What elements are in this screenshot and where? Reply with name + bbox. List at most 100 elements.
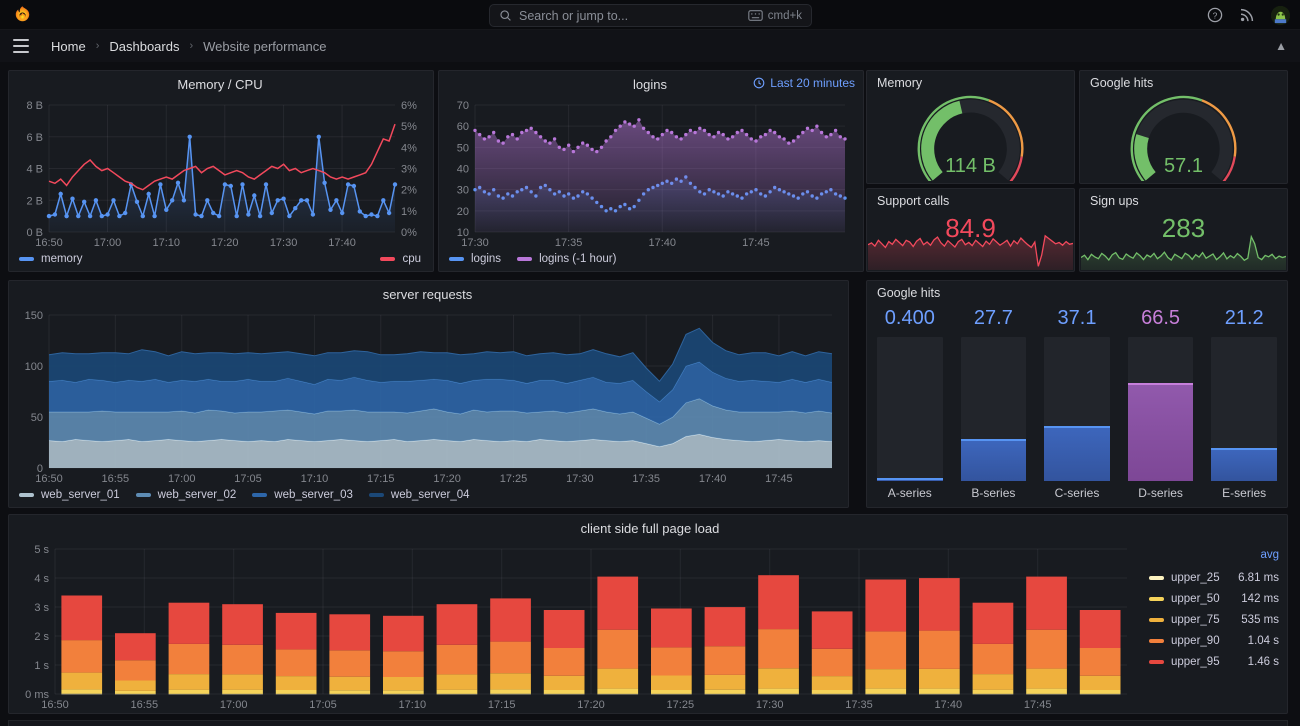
svg-text:2 s: 2 s — [34, 631, 49, 643]
panel-memory-cpu: Memory / CPU 0 B2 B4 B6 B8 B 0% 1% 2% 3% 4% 5%… — [8, 70, 434, 272]
panel-title[interactable]: Google hits — [877, 286, 940, 300]
search-placeholder: Search or jump to... — [519, 8, 629, 23]
panel-title[interactable]: client side full page load — [15, 517, 1285, 541]
svg-text:4%: 4% — [401, 142, 417, 154]
menu-toggle-icon[interactable] — [13, 39, 29, 53]
legend-item[interactable]: web_server_02 — [135, 489, 236, 501]
svg-text:16:55: 16:55 — [131, 699, 159, 711]
legend-label: logins — [471, 253, 502, 265]
svg-text:17:40: 17:40 — [328, 237, 356, 249]
bar-gauge-column[interactable]: 21.2 E-series — [1211, 307, 1277, 501]
gauge-value: 114 B — [945, 155, 996, 177]
page-load-chart[interactable]: 0 ms 1 s2 s3 s4 s5 s 16:50 16:55 17:00 17:05 1… — [15, 541, 1133, 711]
legend-avg-value: 142 ms — [1241, 592, 1279, 605]
panel-title[interactable]: server requests — [15, 283, 840, 307]
server-requests-chart[interactable]: 0 50 100 150 16:50 16:55 17:00 17:05 17:10 17:15 1… — [15, 307, 840, 485]
legend-item[interactable]: logins (-1 hour) — [517, 253, 616, 265]
breadcrumb-home[interactable]: Home — [51, 39, 86, 54]
svg-text:17:05: 17:05 — [234, 473, 262, 485]
legend-row[interactable]: upper_25 6.81 ms — [1139, 567, 1283, 588]
legend-item[interactable]: logins — [449, 253, 501, 265]
legend-swatch — [19, 257, 34, 261]
legend-row[interactable]: upper_75 535 ms — [1139, 609, 1283, 630]
svg-text:17:20: 17:20 — [577, 699, 605, 711]
panel-time-range[interactable]: Last 20 minutes — [753, 76, 855, 90]
legend-row[interactable]: upper_95 1.46 s — [1139, 651, 1283, 672]
legend-item[interactable]: cpu — [380, 253, 421, 265]
chevron-up-icon[interactable]: ▲ — [1275, 39, 1287, 53]
bar-gauge-label[interactable]: B-series — [961, 481, 1027, 501]
bar-gauge-column[interactable]: 37.1 C-series — [1044, 307, 1110, 501]
legend-item[interactable]: web_server_04 — [368, 489, 470, 501]
breadcrumb-bar: Home › Dashboards › Website performance … — [0, 30, 1300, 62]
news-rss-icon[interactable] — [1239, 7, 1255, 23]
bar-gauge-label[interactable]: D-series — [1128, 481, 1194, 501]
legend-swatch — [1149, 638, 1164, 643]
legend-label: upper_95 — [1171, 655, 1220, 668]
legend-item[interactable]: web_server_01 — [19, 489, 120, 501]
panel-title[interactable]: Google hits — [1090, 76, 1153, 90]
legend-label: memory — [41, 253, 83, 265]
logins-chart[interactable]: 10 20 30 40 50 60 70 17:30 17:35 17:40 17:45 — [445, 97, 855, 249]
svg-text:17:25: 17:25 — [500, 473, 528, 485]
svg-text:17:40: 17:40 — [699, 473, 727, 485]
svg-text:150: 150 — [25, 310, 43, 322]
support-calls-sparkline[interactable] — [868, 232, 1073, 270]
panel-title[interactable]: Support calls — [877, 194, 949, 208]
panel-page-load: client side full page load 0 ms 1 s2 s3 s… — [8, 514, 1288, 714]
google-hits-bar-gauge: 0.400 A-series 27.7 B-series 37.1 C-series 66.… — [877, 307, 1277, 501]
user-avatar[interactable] — [1271, 5, 1290, 25]
bar-gauge-label[interactable]: C-series — [1044, 481, 1110, 501]
svg-text:17:15: 17:15 — [367, 473, 395, 485]
svg-text:30: 30 — [457, 185, 469, 197]
bar-gauge-fill — [960, 439, 1027, 481]
legend-row[interactable]: upper_90 1.04 s — [1139, 630, 1283, 651]
bar-gauge-label[interactable]: A-series — [877, 481, 943, 501]
search-input[interactable]: Search or jump to... cmd+k — [489, 4, 812, 27]
legend-row[interactable]: upper_50 142 ms — [1139, 588, 1283, 609]
svg-text:50: 50 — [31, 412, 43, 424]
memory-cpu-legend: memory cpu — [15, 249, 425, 269]
svg-text:16:50: 16:50 — [35, 473, 63, 485]
breadcrumb-dashboards[interactable]: Dashboards — [109, 39, 179, 54]
grafana-logo-icon[interactable] — [12, 5, 32, 25]
grafana-flame-icon — [15, 6, 29, 22]
help-icon[interactable]: ? — [1207, 7, 1223, 23]
panel-title[interactable]: Memory — [877, 76, 922, 90]
panel-memory-gauge: Memory 114 B — [866, 70, 1075, 184]
svg-text:70: 70 — [457, 100, 469, 112]
svg-text:17:00: 17:00 — [94, 237, 122, 249]
chevron-right-icon: › — [189, 40, 194, 52]
panel-title[interactable]: Memory / CPU — [15, 73, 425, 97]
panel-title[interactable]: Sign ups — [1090, 194, 1139, 208]
bar-gauge-track — [1044, 337, 1110, 481]
bar-gauge-column[interactable]: 27.7 B-series — [960, 307, 1027, 501]
legend-swatch — [19, 493, 34, 497]
svg-text:17:35: 17:35 — [555, 237, 583, 249]
legend-label: upper_25 — [1171, 571, 1220, 584]
legend-label: upper_75 — [1171, 613, 1220, 626]
bar-gauge-column[interactable]: 66.5 D-series — [1127, 307, 1194, 501]
memory-cpu-chart[interactable]: 0 B2 B4 B6 B8 B 0% 1% 2% 3% 4% 5% 6% 16:50 17:00 1… — [15, 97, 425, 249]
svg-text:20: 20 — [457, 206, 469, 218]
svg-text:6%: 6% — [401, 100, 417, 112]
svg-text:17:10: 17:10 — [301, 473, 329, 485]
bar-gauge-label[interactable]: E-series — [1211, 481, 1277, 501]
legend-swatch — [517, 257, 533, 261]
bar-gauge-column[interactable]: 0.400 A-series — [877, 307, 943, 501]
svg-text:8 B: 8 B — [26, 100, 43, 112]
svg-text:2%: 2% — [401, 185, 417, 197]
legend-item[interactable]: web_server_03 — [252, 489, 353, 501]
legend-header-avg[interactable]: avg — [1139, 547, 1283, 567]
bar-gauge-value: 21.2 — [1224, 307, 1264, 329]
dashboard-canvas: Memory / CPU 0 B2 B4 B6 B8 B 0% 1% 2% 3% 4% 5%… — [0, 62, 1300, 726]
next-row-panel-edge — [8, 720, 1288, 726]
bar-gauge-value: 0.400 — [884, 307, 935, 329]
bar-gauge-value: 37.1 — [1057, 307, 1097, 329]
chart-plot: 1020304050607017:30 17:35 17:40 17:45 — [457, 100, 847, 249]
svg-text:3%: 3% — [401, 164, 417, 176]
svg-text:17:35: 17:35 — [845, 699, 873, 711]
sign-ups-sparkline[interactable] — [1081, 232, 1286, 270]
legend-swatch — [1149, 575, 1164, 580]
legend-item[interactable]: memory — [19, 253, 83, 265]
